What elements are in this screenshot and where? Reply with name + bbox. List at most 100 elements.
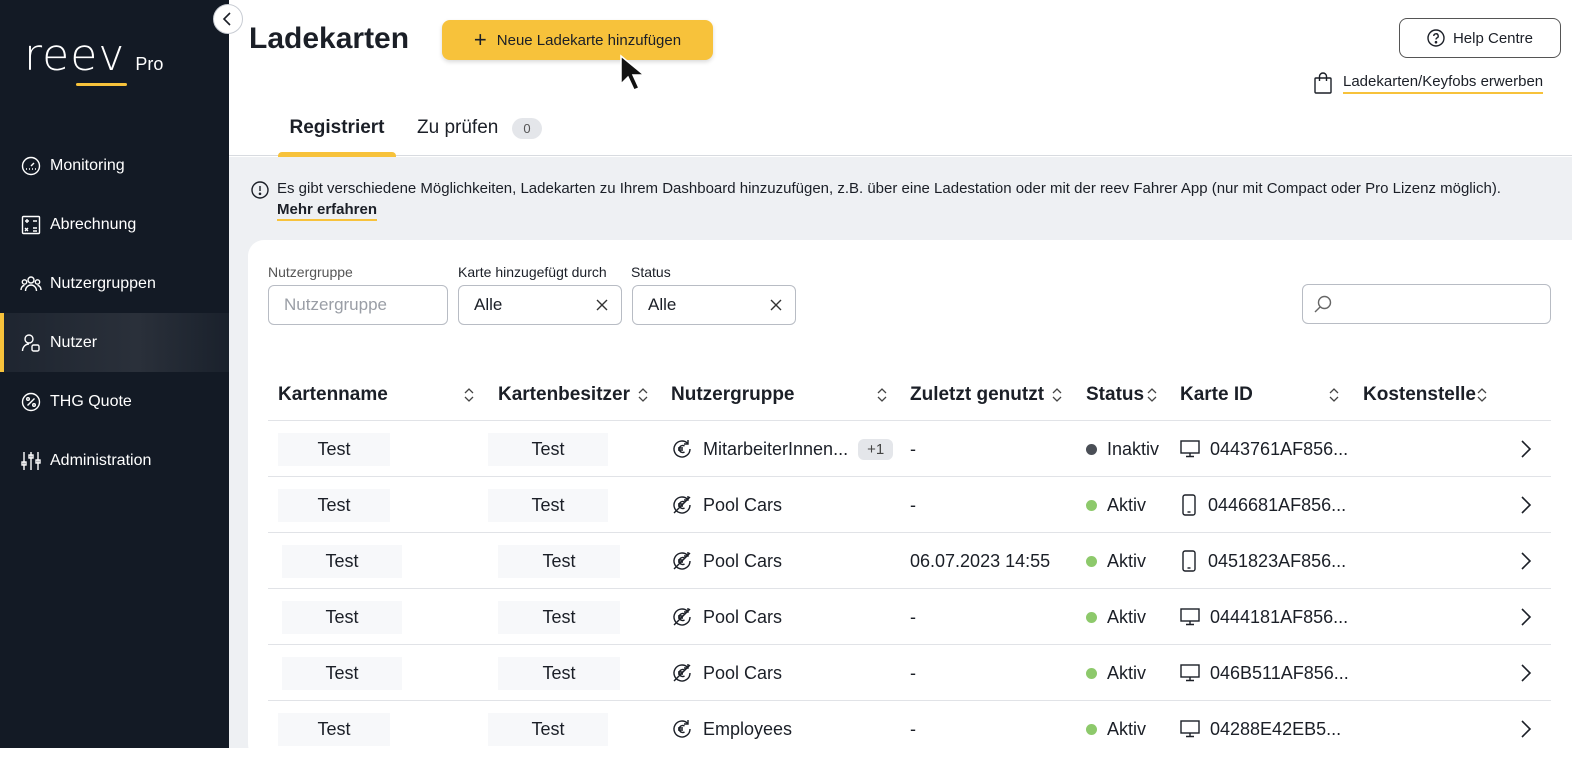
chevron-right-icon[interactable] [1520,663,1532,683]
status-dot [1086,499,1097,511]
card-owner: Test [488,488,608,522]
sidebar-item-nutzer[interactable]: Nutzer [0,313,229,372]
status-dot [1086,555,1097,567]
euro-cycle-icon [671,438,693,460]
help-centre-button[interactable]: Help Centre [1399,18,1561,58]
sidebar-item-thg-quote[interactable]: THG Quote [0,372,229,431]
sort-icon[interactable] [876,386,888,404]
card-id: 0443761AF856... [1210,438,1349,459]
clear-icon[interactable] [769,296,783,314]
status-text: Aktiv [1107,662,1147,683]
status-text: Aktiv [1107,494,1147,515]
card-owner: Test [498,656,620,690]
help-centre-label: Help Centre [1452,29,1534,47]
info-banner: Es gibt verschiedene Möglichkeiten, Lade… [251,180,1501,221]
euro-cycle-icon [671,718,693,740]
chevron-right-icon[interactable] [1520,607,1532,627]
add-card-button[interactable]: + Neue Ladekarte hinzufügen [442,20,713,60]
sidebar-item-abrechnung[interactable]: Abrechnung [0,195,229,254]
search-input[interactable] [1302,284,1551,324]
filter-label-added-by: Karte hinzugefügt durch [458,264,607,280]
plus-icon: + [473,27,487,52]
sidebar-item-monitoring[interactable]: Monitoring [0,136,229,195]
sort-icon[interactable] [637,386,649,404]
sort-icon[interactable] [1051,386,1063,404]
column-header-zuletzt-genutzt[interactable]: Zuletzt genutzt [910,384,1044,406]
column-header-status[interactable]: Status [1086,384,1144,406]
table-row[interactable]: Test Test Pool Cars - Aktiv 0446681AF856… [268,477,1551,533]
sidebar-item-administration[interactable]: Administration [0,431,229,490]
card-id: 0451823AF856... [1208,550,1347,571]
chevron-right-icon[interactable] [1520,439,1532,459]
table-row[interactable]: Test Test Pool Cars - Aktiv 046B511AF856… [268,645,1551,701]
column-header-kartenname[interactable]: Kartenname [278,384,388,406]
sidebar: reev Pro Monitoring Abrechnung Nutzergru… [0,0,229,748]
column-header-kartenbesitzer[interactable]: Kartenbesitzer [498,384,630,406]
table-row[interactable]: Test Test Pool Cars - Aktiv 0444181AF856… [268,589,1551,645]
tab-zu-pruefen[interactable]: Zu prüfen 0 [417,100,542,156]
sidebar-item-label: Abrechnung [50,215,137,233]
card-name: Test [282,656,402,690]
status-dot [1086,723,1097,735]
table-row[interactable]: Test Test Employees - Aktiv 04288E42EB5.… [268,701,1551,748]
usergroup-filter-input[interactable]: Nutzergruppe [268,285,448,325]
clear-icon[interactable] [595,296,609,314]
card-id: 0446681AF856... [1208,494,1347,515]
card-owner: Test [498,600,620,634]
info-text: Es gibt verschiedene Möglichkeiten, Lade… [277,180,1501,197]
chevron-right-icon[interactable] [1520,495,1532,515]
chevron-left-icon [222,12,231,26]
users-group-icon [20,273,42,295]
mouse-cursor-icon [620,54,647,91]
buy-cards-link[interactable]: Ladekarten/Keyfobs erwerben [1313,72,1544,94]
shopping-bag-icon [1314,72,1332,94]
tab-registriert[interactable]: Registriert [278,100,396,157]
sort-icon[interactable] [1476,386,1488,404]
last-used: 06.07.2023 14:55 [910,550,1051,571]
column-header-karte-id[interactable]: Karte ID [1180,384,1253,406]
status-dot [1086,443,1097,455]
status-text: Inaktiv [1107,438,1160,459]
brand-logo[interactable]: reev Pro [24,34,163,86]
card-name: Test [282,600,402,634]
card-name: Test [278,712,390,746]
no-euro-icon [671,662,693,684]
question-icon [1427,29,1445,47]
chevron-right-icon[interactable] [1520,551,1532,571]
learn-more-link[interactable]: Mehr erfahren [277,201,378,221]
status-dot [1086,667,1097,679]
sidebar-item-nutzergruppen[interactable]: Nutzergruppen [0,254,229,313]
chevron-right-icon[interactable] [1520,719,1532,739]
added-by-select[interactable]: Alle [458,285,622,325]
tab-label: Registriert [289,117,385,138]
table-row[interactable]: Test Test MitarbeiterInnen... +1 - Inakt… [268,421,1551,477]
added-by-value: Alle [474,295,503,314]
sidebar-item-label: Nutzergruppen [50,274,156,292]
column-header-nutzergruppe[interactable]: Nutzergruppe [671,384,795,406]
status-value: Alle [648,295,677,314]
sort-icon[interactable] [463,386,475,404]
buy-cards-label: Ladekarten/Keyfobs erwerben [1343,73,1544,94]
more-groups-badge[interactable]: +1 [858,438,894,460]
sidebar-item-label: Monitoring [50,156,125,174]
user-group-name: Pool Cars [703,550,783,571]
last-used: - [910,438,916,459]
user-group-name: Pool Cars [703,606,783,627]
filter-label-usergroup: Nutzergruppe [268,264,353,280]
status-select[interactable]: Alle [632,285,796,325]
sort-icon[interactable] [1146,386,1158,404]
collapse-sidebar-button[interactable] [213,4,243,34]
gauge-icon [20,155,42,177]
sidebar-nav: Monitoring Abrechnung Nutzergruppen Nutz… [0,136,229,490]
count-badge: 0 [512,117,542,139]
sort-icon[interactable] [1328,386,1340,404]
table-row[interactable]: Test Test Pool Cars 06.07.2023 14:55 Akt… [268,533,1551,589]
filter-label-status: Status [631,264,671,280]
column-header-kostenstelle[interactable]: Kostenstelle [1363,384,1476,406]
status-text: Aktiv [1107,606,1147,627]
status-dot [1086,611,1097,623]
status-text: Aktiv [1107,718,1147,739]
monitor-icon [1180,440,1200,458]
card-id: 0444181AF856... [1210,606,1349,627]
add-card-label: Neue Ladekarte hinzufügen [496,31,682,49]
